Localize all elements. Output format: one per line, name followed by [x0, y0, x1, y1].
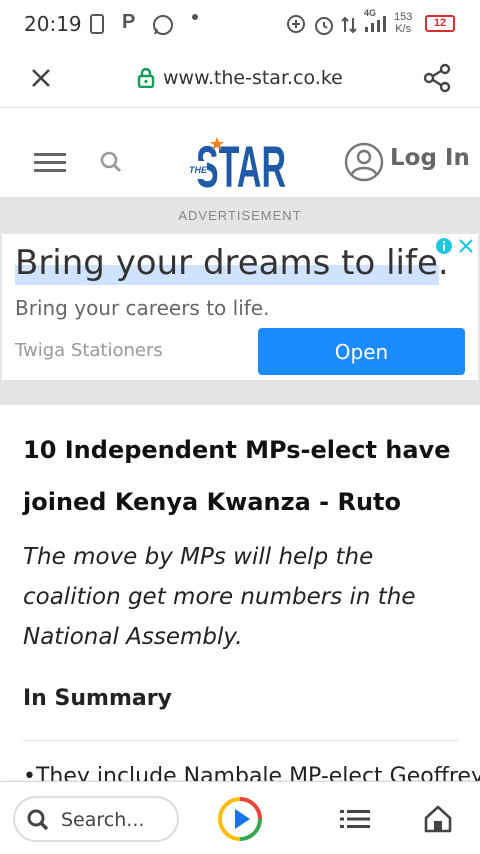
logo-graphic: STAR	[196, 135, 286, 193]
status-bar: 20:19 P 4G 153 K/s 12	[0, 0, 480, 48]
adchoices-icon[interactable]	[434, 236, 454, 256]
phone-icon	[90, 14, 104, 34]
logo-main: STAR	[196, 135, 286, 193]
ad-subline: Bring your careers to life.	[15, 296, 270, 320]
alarm-icon	[315, 17, 333, 35]
ad-open-button[interactable]: Open	[258, 328, 465, 375]
signal-icon	[365, 16, 386, 32]
site-logo[interactable]: STAR THE	[189, 127, 292, 193]
share-icon[interactable]	[423, 63, 453, 93]
battery-icon: 12	[425, 15, 455, 32]
data-arrows-icon	[341, 16, 357, 34]
logo-prefix: THE	[189, 161, 207, 179]
whatsapp-icon	[153, 15, 173, 35]
ad-close-icon[interactable]	[456, 236, 476, 256]
ad-card[interactable]: Bring your dreams to life. Bring your ca…	[2, 234, 478, 380]
summary-heading: In Summary	[23, 686, 172, 711]
ad-container: ADVERTISEMENT Bring your dreams to life.…	[0, 198, 480, 405]
site-header: STAR THE Log In	[0, 109, 480, 198]
play-icon[interactable]	[217, 796, 263, 842]
search-placeholder: Search...	[61, 809, 145, 831]
speed-unit: K/s	[395, 23, 412, 35]
article-title-line-1: 10 Independent MPs-elect have	[23, 436, 451, 464]
user-icon	[344, 142, 384, 182]
url-text: www.the-star.co.ke	[163, 67, 343, 89]
bottom-toolbar: Search...	[0, 781, 480, 854]
page: 20:19 P 4G 153 K/s 12 www.the-star.co.ke…	[0, 0, 480, 854]
home-icon[interactable]	[424, 805, 452, 833]
ad-label: ADVERTISEMENT	[178, 208, 302, 223]
speed-value: 153	[394, 11, 413, 23]
data-saver-icon	[287, 15, 305, 33]
divider	[23, 740, 458, 741]
article-title: 10 Independent MPs-elect have joined Ken…	[23, 424, 453, 528]
menu-icon[interactable]	[34, 152, 66, 174]
article-title-line-2: joined Kenya Kwanza - Ruto	[23, 488, 401, 516]
article-lede: The move by MPs will help the coalition …	[23, 544, 416, 650]
speed-readout: 153 K/s	[394, 11, 412, 35]
browser-toolbar: www.the-star.co.ke	[0, 48, 480, 108]
lock-icon	[137, 68, 155, 88]
login-button[interactable]	[344, 142, 384, 187]
ad-headline[interactable]: Bring your dreams to life.	[15, 243, 449, 283]
status-time: 20:19	[24, 12, 82, 36]
battery-level: 12	[433, 17, 447, 29]
p-icon: P	[122, 11, 136, 33]
close-icon[interactable]	[30, 67, 52, 89]
list-icon[interactable]	[340, 809, 370, 829]
login-label[interactable]: Log In	[390, 145, 470, 171]
url-bar[interactable]: www.the-star.co.ke	[137, 67, 343, 89]
dot-icon	[192, 14, 198, 20]
search-pill[interactable]: Search...	[13, 796, 179, 842]
ad-advertiser: Twiga Stationers	[15, 340, 163, 361]
search-icon	[27, 809, 49, 831]
search-icon[interactable]	[99, 150, 123, 174]
